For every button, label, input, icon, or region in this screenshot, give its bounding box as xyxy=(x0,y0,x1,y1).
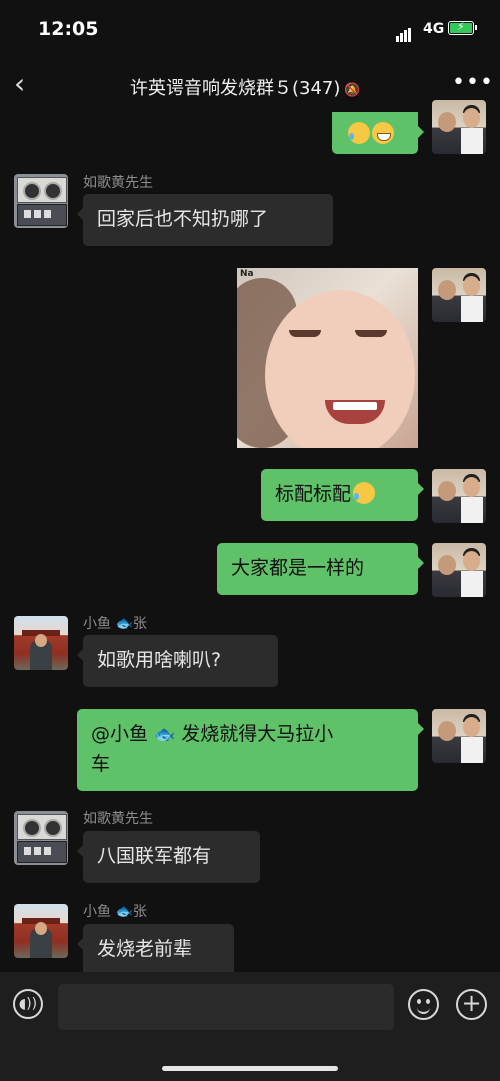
more-icon[interactable]: ••• xyxy=(452,70,494,95)
sticker-tag: Na xyxy=(240,269,254,279)
mention-tag[interactable]: @小鱼 xyxy=(91,723,148,745)
sender-name: 如歌黄先生 xyxy=(83,811,153,827)
avatar-xiaoyu[interactable] xyxy=(14,616,68,670)
chat-header: ‹ 许英谔音响发烧群５(347) 🔕 ••• xyxy=(0,60,500,112)
status-bar: 12:05 4G ⚡ xyxy=(0,0,500,60)
fish-icon: 🐟 xyxy=(154,725,176,745)
home-indicator[interactable] xyxy=(162,1066,338,1071)
avatar-self[interactable] xyxy=(432,709,486,763)
message-bubble-mention[interactable]: @小鱼 🐟 发烧就得大马拉小车 xyxy=(77,709,424,791)
message-bubble-emoji[interactable] xyxy=(332,112,424,154)
avatar-rugehuang[interactable] xyxy=(14,811,68,865)
tear-joy-emoji-icon xyxy=(353,482,376,504)
avatar-self[interactable] xyxy=(432,268,486,322)
voice-icon[interactable]: ◖)) xyxy=(13,989,43,1019)
emoji-icon[interactable] xyxy=(408,989,439,1020)
status-time: 12:05 xyxy=(38,18,99,40)
signal-icon xyxy=(396,23,412,42)
avatar-self[interactable] xyxy=(432,469,486,523)
plus-icon[interactable]: + xyxy=(456,989,487,1020)
back-icon[interactable]: ‹ xyxy=(14,68,44,100)
message-bubble[interactable]: 八国联军都有 xyxy=(77,831,260,883)
grin-emoji-icon xyxy=(372,122,394,144)
message-input[interactable] xyxy=(58,984,394,1030)
sticker-image[interactable]: Na xyxy=(237,268,418,448)
fish-icon: 🐟 xyxy=(115,904,133,920)
network-label: 4G xyxy=(423,21,445,37)
message-bubble[interactable]: 回家后也不知扔哪了 xyxy=(77,194,333,246)
message-bubble[interactable]: 发烧老前辈 xyxy=(77,924,234,976)
chat-title: 许英谔音响发烧群５(347) 🔕 xyxy=(130,78,361,99)
input-bar: ◖)) + xyxy=(0,972,500,1081)
avatar-self[interactable] xyxy=(432,100,486,154)
battery-icon: ⚡ xyxy=(448,20,477,35)
avatar-self[interactable] xyxy=(432,543,486,597)
sender-name: 小鱼 🐟张 xyxy=(83,904,147,920)
mute-bell-icon: 🔕 xyxy=(344,83,361,98)
fish-icon: 🐟 xyxy=(115,616,133,632)
sender-name: 小鱼 🐟张 xyxy=(83,616,147,632)
sender-name: 如歌黄先生 xyxy=(83,175,153,191)
tear-joy-emoji-icon xyxy=(348,122,370,144)
message-bubble[interactable]: 标配标配 xyxy=(261,469,424,521)
avatar-xiaoyu[interactable] xyxy=(14,904,68,958)
message-bubble[interactable]: 如歌用啥喇叭? xyxy=(77,635,278,687)
avatar-rugehuang[interactable] xyxy=(14,174,68,228)
message-bubble[interactable]: 大家都是一样的 xyxy=(217,543,424,595)
